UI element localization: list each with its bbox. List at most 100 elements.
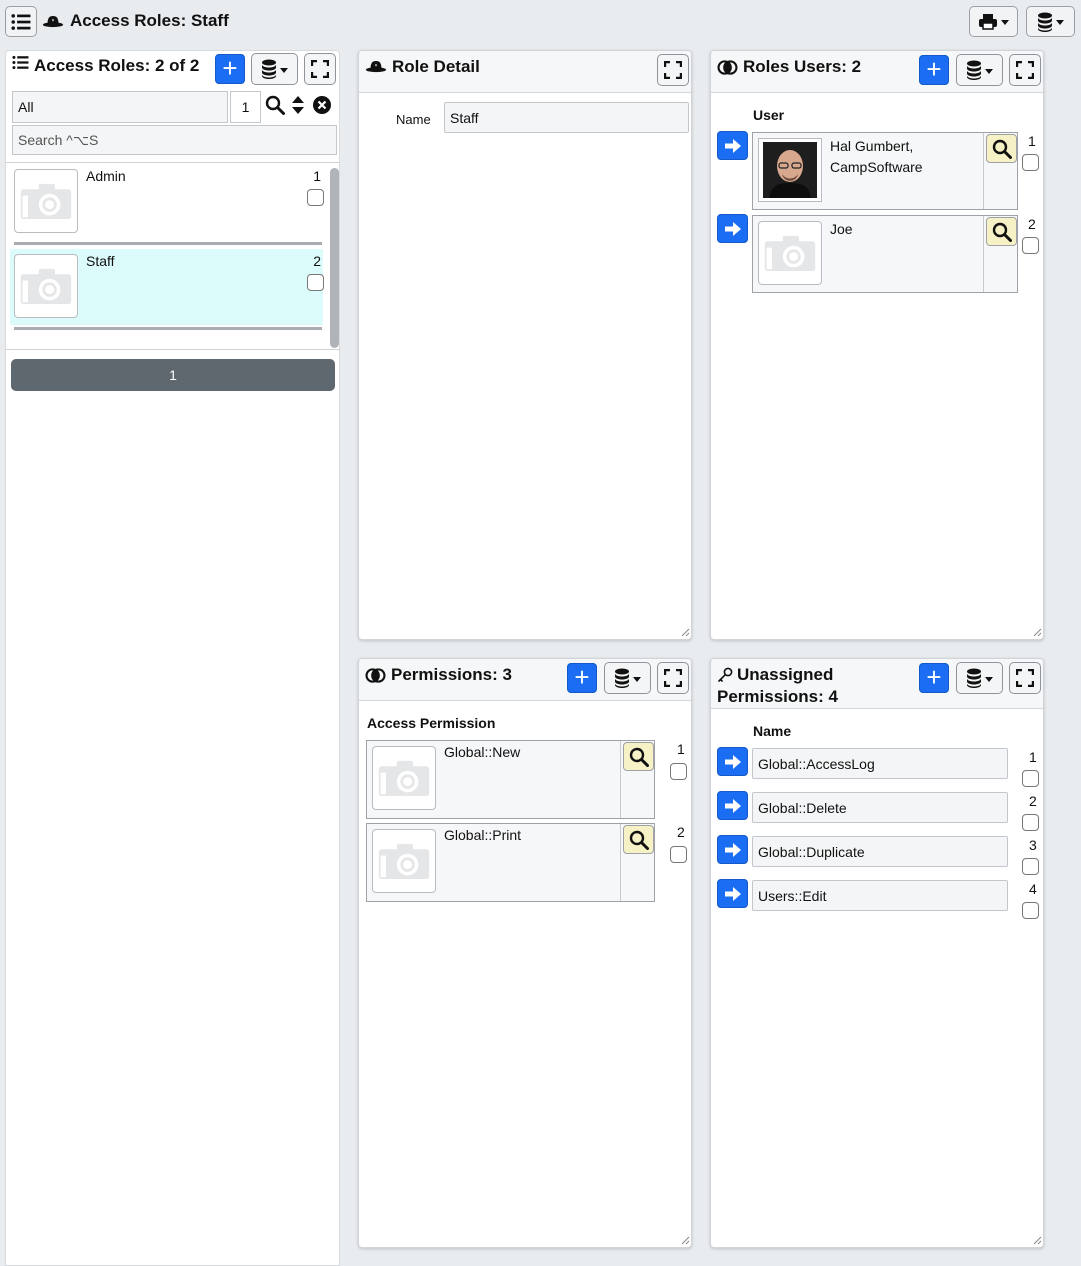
users-fullscreen-button[interactable] (1009, 54, 1041, 86)
view-permission-button[interactable] (623, 742, 654, 771)
list-item[interactable]: Admin 1 (10, 164, 324, 244)
avatar (758, 221, 822, 285)
arrow-right-icon (723, 753, 743, 771)
list-item-number: 1 (313, 168, 321, 184)
list-scrollbar[interactable] (330, 168, 339, 348)
row-checkbox[interactable] (1022, 237, 1039, 254)
arrow-right-icon (723, 220, 743, 238)
row-checkbox[interactable] (670, 763, 687, 780)
row-checkbox[interactable] (670, 846, 687, 863)
add-permission-button[interactable]: + (567, 663, 597, 693)
print-icon (979, 14, 997, 30)
database-icon (966, 60, 982, 80)
assign-button[interactable] (717, 835, 748, 864)
fullscreen-icon (664, 61, 682, 79)
permissions-fullscreen-button[interactable] (657, 662, 689, 694)
top-bar: Access Roles: Staff (0, 0, 1081, 46)
permission-thumbnail (372, 829, 436, 893)
add-user-button[interactable]: + (919, 55, 949, 85)
resize-handle-icon[interactable] (680, 627, 690, 637)
name-field[interactable]: Staff (444, 102, 689, 133)
permission-thumbnail (372, 746, 436, 810)
list-item[interactable]: Staff 2 (10, 249, 324, 325)
fullscreen-icon (1016, 669, 1034, 687)
chevron-down-icon (280, 67, 288, 73)
fullscreen-icon (311, 60, 329, 78)
assign-button[interactable] (717, 791, 748, 820)
unassigned-permission-name: Users::Edit (752, 880, 1008, 911)
row-separator (14, 327, 322, 330)
sort-icon[interactable] (291, 95, 305, 115)
permission-name: Global::Print (444, 827, 522, 843)
page-number-field[interactable]: 1 (230, 91, 261, 123)
role-detail-panel: Role Detail Name Staff (358, 50, 692, 640)
roles-database-button[interactable] (251, 53, 298, 85)
roles-fullscreen-button[interactable] (304, 53, 336, 85)
unassigned-header: Unassigned Permissions: 4 + (711, 659, 1043, 709)
row-checkbox[interactable] (1022, 154, 1039, 171)
row-checkbox[interactable] (307, 189, 324, 206)
go-to-user-button[interactable] (717, 131, 748, 160)
search-input[interactable]: Search ^⌥S (12, 125, 337, 155)
row-number: 1 (1028, 133, 1036, 149)
divider (983, 216, 984, 292)
row-checkbox[interactable] (1022, 814, 1039, 831)
row-checkbox[interactable] (1022, 858, 1039, 875)
unassigned-fullscreen-button[interactable] (1009, 662, 1041, 694)
linked-circles-icon (717, 59, 738, 76)
name-column-header: Name (753, 723, 792, 739)
user-photo (763, 142, 817, 198)
clear-icon[interactable] (312, 95, 332, 115)
permissions-database-button[interactable] (604, 662, 651, 694)
camera-icon (763, 233, 817, 273)
row-number: 2 (677, 824, 685, 840)
list-icon (11, 13, 31, 31)
role-thumbnail (14, 169, 78, 233)
add-role-button[interactable]: + (215, 54, 245, 84)
permissions-panel: Permissions: 3 + Access Permission Globa… (358, 658, 692, 1248)
view-permission-button[interactable] (623, 825, 654, 854)
role-detail-fullscreen-button[interactable] (657, 54, 689, 86)
menu-button[interactable] (5, 6, 37, 37)
view-user-button[interactable] (986, 217, 1017, 246)
row-checkbox[interactable] (1022, 902, 1039, 919)
access-roles-title: Access Roles: 2 of 2 (12, 55, 199, 77)
assign-button[interactable] (717, 879, 748, 908)
list-icon (12, 55, 29, 70)
database-icon (614, 668, 630, 688)
print-menu-button[interactable] (969, 6, 1018, 37)
row-checkbox[interactable] (307, 274, 324, 291)
unassigned-title: Unassigned Permissions: 4 (717, 664, 838, 708)
camera-icon (19, 266, 73, 306)
row-checkbox[interactable] (1022, 770, 1039, 787)
permissions-title-text: Permissions: 3 (391, 665, 512, 684)
assign-button[interactable] (717, 747, 748, 776)
camera-icon (377, 758, 431, 798)
row-number: 1 (677, 741, 685, 757)
search-icon[interactable] (265, 95, 285, 115)
users-database-button[interactable] (956, 54, 1003, 86)
row-number: 4 (1029, 881, 1037, 897)
resize-handle-icon[interactable] (1032, 627, 1042, 637)
list-item-label: Staff (86, 253, 115, 269)
app-title: Access Roles: Staff (42, 11, 229, 31)
assign-permission-button[interactable]: + (919, 663, 949, 693)
view-user-button[interactable] (986, 134, 1017, 163)
database-menu-button[interactable] (1026, 6, 1075, 37)
list-item-label: Admin (86, 168, 126, 184)
resize-handle-icon[interactable] (680, 1235, 690, 1245)
user-column-header: User (753, 107, 785, 123)
unassigned-database-button[interactable] (956, 662, 1003, 694)
chevron-down-icon (633, 676, 641, 682)
resize-handle-icon[interactable] (1032, 1235, 1042, 1245)
access-permission-column-header: Access Permission (367, 715, 496, 731)
unassigned-permission-name: Global::AccessLog (752, 748, 1008, 779)
role-detail-title: Role Detail (365, 56, 480, 78)
go-to-user-button[interactable] (717, 214, 748, 243)
avatar (758, 138, 822, 202)
permission-card: Global::New (366, 740, 655, 819)
permission-card: Global::Print (366, 823, 655, 902)
user-name: Hal Gumbert, CampSoftware (830, 138, 923, 175)
filter-select[interactable]: All (12, 91, 228, 123)
page-1-button[interactable]: 1 (11, 359, 335, 391)
